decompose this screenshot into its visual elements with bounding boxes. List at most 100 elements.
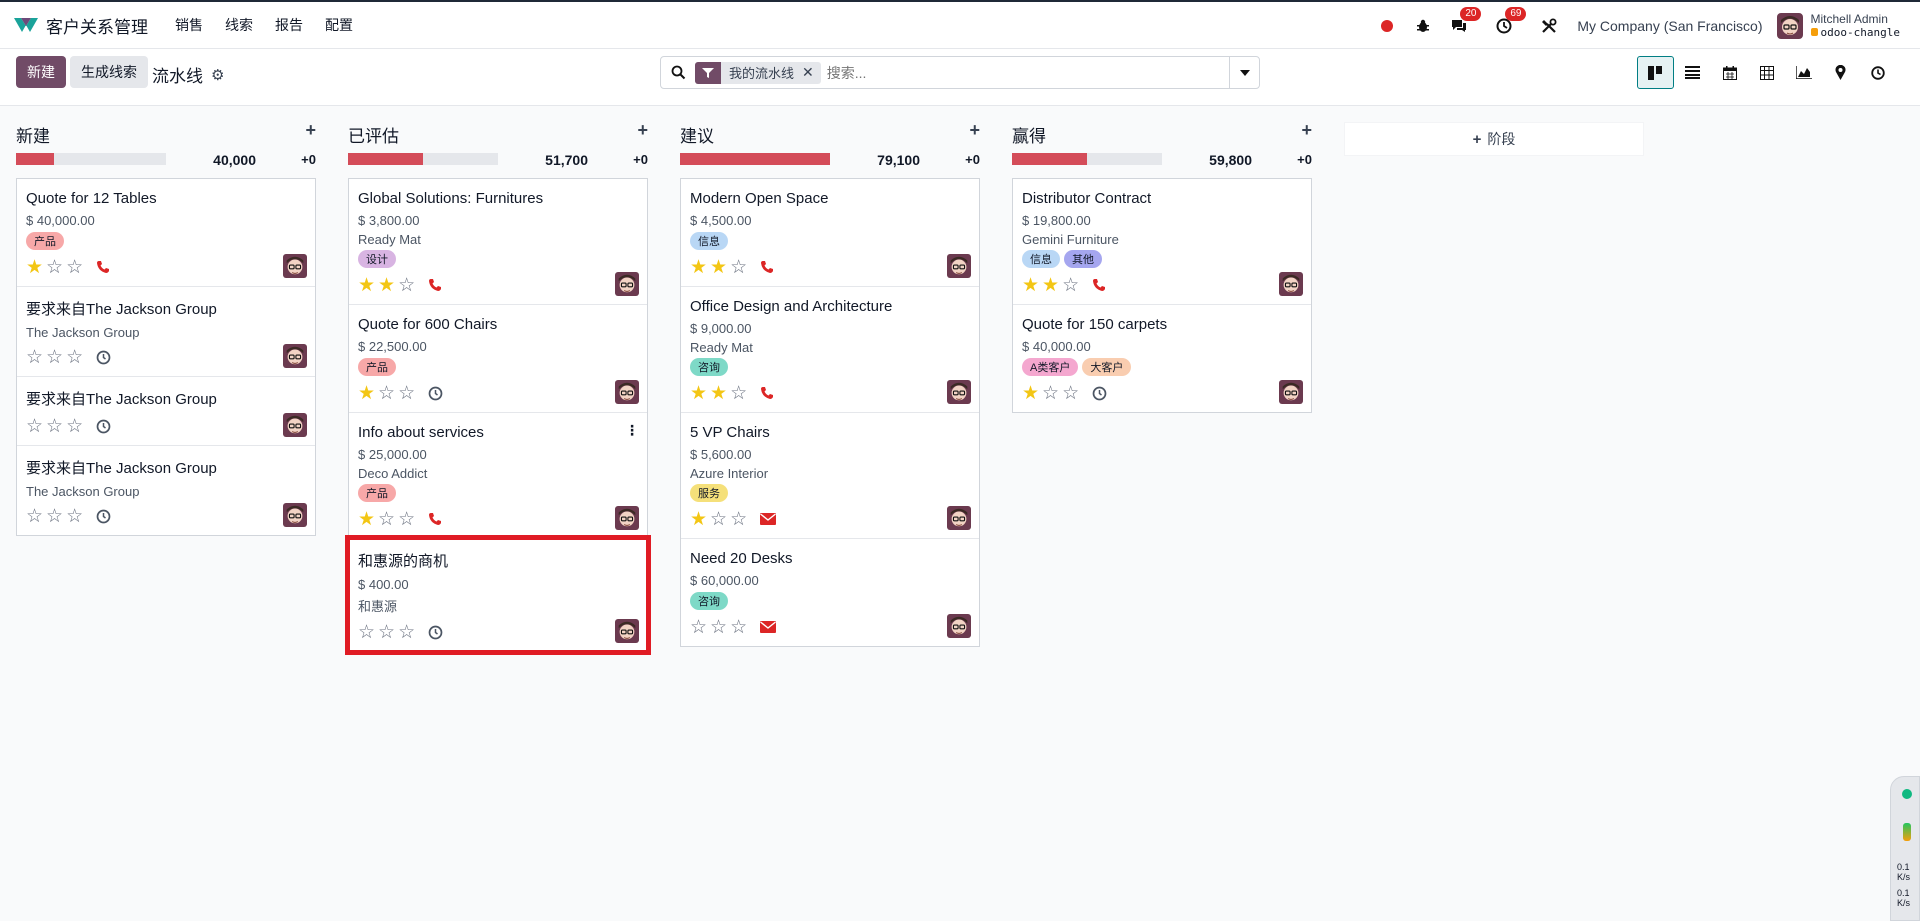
star-empty-icon[interactable]: ☆ xyxy=(730,510,747,529)
star-empty-icon[interactable]: ☆ xyxy=(398,510,415,529)
star-filled-icon[interactable]: ★ xyxy=(710,384,727,403)
star-empty-icon[interactable]: ☆ xyxy=(26,348,43,367)
star-empty-icon[interactable]: ☆ xyxy=(26,507,43,526)
user-menu[interactable]: Mitchell Admin odoo-changle xyxy=(1810,12,1900,39)
search-input[interactable] xyxy=(826,64,1217,81)
phone-icon[interactable] xyxy=(428,512,442,526)
column-title[interactable]: 新建 xyxy=(16,122,50,147)
clock-icon[interactable] xyxy=(96,509,111,524)
star-empty-icon[interactable]: ☆ xyxy=(378,510,395,529)
star-filled-icon[interactable]: ★ xyxy=(690,258,707,277)
bug-icon[interactable] xyxy=(1414,17,1432,35)
star-empty-icon[interactable]: ☆ xyxy=(46,258,63,277)
star-empty-icon[interactable]: ☆ xyxy=(710,618,727,637)
star-empty-icon[interactable]: ☆ xyxy=(710,510,727,529)
envelope-icon[interactable] xyxy=(760,621,777,633)
star-empty-icon[interactable]: ☆ xyxy=(46,417,63,436)
star-empty-icon[interactable]: ☆ xyxy=(1062,384,1079,403)
star-empty-icon[interactable]: ☆ xyxy=(730,618,747,637)
plus-icon[interactable]: + xyxy=(637,120,648,141)
star-empty-icon[interactable]: ☆ xyxy=(26,417,43,436)
menu-reporting[interactable]: 报告 xyxy=(275,15,303,35)
column-title[interactable]: 建议 xyxy=(680,122,714,147)
star-empty-icon[interactable]: ☆ xyxy=(378,384,395,403)
column-progress-bar[interactable] xyxy=(1012,153,1162,165)
network-monitor-widget[interactable]: 0.1 K/s 0.1 K/s xyxy=(1890,776,1920,921)
clock-icon[interactable] xyxy=(428,386,443,401)
crm-app-icon[interactable] xyxy=(13,15,39,35)
star-empty-icon[interactable]: ☆ xyxy=(730,258,747,277)
star-filled-icon[interactable]: ★ xyxy=(26,258,43,277)
chat-icon[interactable]: 20 xyxy=(1450,6,1482,35)
phone-icon[interactable] xyxy=(760,386,774,400)
star-empty-icon[interactable]: ☆ xyxy=(1042,384,1059,403)
star-filled-icon[interactable]: ★ xyxy=(358,510,375,529)
star-empty-icon[interactable]: ☆ xyxy=(378,623,395,642)
star-empty-icon[interactable]: ☆ xyxy=(398,384,415,403)
star-empty-icon[interactable]: ☆ xyxy=(66,258,83,277)
opportunity-card[interactable]: 要求来自The Jackson Group ☆ ☆ ☆ xyxy=(17,377,315,446)
star-empty-icon[interactable]: ☆ xyxy=(66,348,83,367)
opportunity-card[interactable]: Need 20 Desks $ 60,000.00 咨询 ☆ ☆ ☆ xyxy=(681,539,979,646)
opportunity-card[interactable]: Office Design and Architecture $ 9,000.00… xyxy=(681,287,979,413)
new-button[interactable]: 新建 xyxy=(16,56,66,88)
clock-icon[interactable] xyxy=(428,625,443,640)
plus-icon[interactable]: + xyxy=(969,120,980,141)
clock-icon[interactable] xyxy=(96,350,111,365)
star-empty-icon[interactable]: ☆ xyxy=(46,348,63,367)
recording-icon[interactable] xyxy=(1378,17,1396,35)
opportunity-card[interactable]: 和惠源的商机 $ 400.00 和惠源 ☆ ☆ ☆ xyxy=(345,535,651,655)
calendar-view-button[interactable] xyxy=(1711,56,1748,89)
chevron-down-icon[interactable] xyxy=(1229,57,1259,88)
add-stage-button[interactable]: + 阶段 xyxy=(1344,122,1644,156)
opportunity-card[interactable]: 要求来自The Jackson Group The Jackson Group ☆ ☆… xyxy=(17,446,315,535)
star-empty-icon[interactable]: ☆ xyxy=(66,417,83,436)
kebab-menu-icon[interactable]: ⋮ xyxy=(625,423,639,437)
list-view-button[interactable] xyxy=(1674,56,1711,89)
clock-icon[interactable] xyxy=(96,419,111,434)
star-empty-icon[interactable]: ☆ xyxy=(398,276,415,295)
map-view-button[interactable] xyxy=(1822,56,1859,89)
opportunity-card[interactable]: Info about services $ 25,000.00 Deco Addic… xyxy=(349,413,647,539)
phone-icon[interactable] xyxy=(428,278,442,292)
activity-view-button[interactable] xyxy=(1859,56,1896,89)
activity-clock-icon[interactable]: 69 xyxy=(1495,6,1527,35)
envelope-icon[interactable] xyxy=(760,513,777,525)
close-icon[interactable]: ✕ xyxy=(802,64,821,81)
star-empty-icon[interactable]: ☆ xyxy=(46,507,63,526)
generate-leads-button[interactable]: 生成线索 xyxy=(70,56,148,88)
star-empty-icon[interactable]: ☆ xyxy=(1062,276,1079,295)
opportunity-card[interactable]: Global Solutions: Furnitures $ 3,800.00 Re… xyxy=(349,179,647,305)
column-title[interactable]: 已评估 xyxy=(348,122,399,147)
phone-icon[interactable] xyxy=(96,260,110,274)
opportunity-card[interactable]: Quote for 12 Tables $ 40,000.00 产品 ★ ☆ ☆ xyxy=(17,179,315,287)
star-filled-icon[interactable]: ★ xyxy=(378,276,395,295)
plus-icon[interactable]: + xyxy=(305,120,316,141)
plus-icon[interactable]: + xyxy=(1301,120,1312,141)
star-filled-icon[interactable]: ★ xyxy=(1042,276,1059,295)
phone-icon[interactable] xyxy=(760,260,774,274)
column-progress-bar[interactable] xyxy=(16,153,166,165)
app-name[interactable]: 客户关系管理 xyxy=(46,13,148,38)
star-empty-icon[interactable]: ☆ xyxy=(66,507,83,526)
clock-icon[interactable] xyxy=(1092,386,1107,401)
menu-configuration[interactable]: 配置 xyxy=(325,15,353,35)
star-filled-icon[interactable]: ★ xyxy=(358,276,375,295)
opportunity-card[interactable]: Distributor Contract $ 19,800.00 Gemini Fu… xyxy=(1013,179,1311,305)
star-filled-icon[interactable]: ★ xyxy=(358,384,375,403)
star-filled-icon[interactable]: ★ xyxy=(1022,384,1039,403)
star-filled-icon[interactable]: ★ xyxy=(1022,276,1039,295)
column-progress-bar[interactable] xyxy=(680,153,830,165)
opportunity-card[interactable]: Quote for 150 carpets $ 40,000.00 A类客户 大客户 ★… xyxy=(1013,305,1311,412)
graph-view-button[interactable] xyxy=(1785,56,1822,89)
filter-facet[interactable]: 我的流水线 ✕ xyxy=(695,61,821,84)
star-filled-icon[interactable]: ★ xyxy=(690,384,707,403)
search-icon[interactable] xyxy=(661,65,695,80)
column-progress-bar[interactable] xyxy=(348,153,498,165)
opportunity-card[interactable]: Quote for 600 Chairs $ 22,500.00 产品 ★ ☆ ☆ xyxy=(349,305,647,413)
star-filled-icon[interactable]: ★ xyxy=(690,510,707,529)
menu-leads[interactable]: 线索 xyxy=(225,15,253,35)
star-empty-icon[interactable]: ☆ xyxy=(690,618,707,637)
star-empty-icon[interactable]: ☆ xyxy=(398,623,415,642)
kanban-view-button[interactable] xyxy=(1637,56,1674,89)
